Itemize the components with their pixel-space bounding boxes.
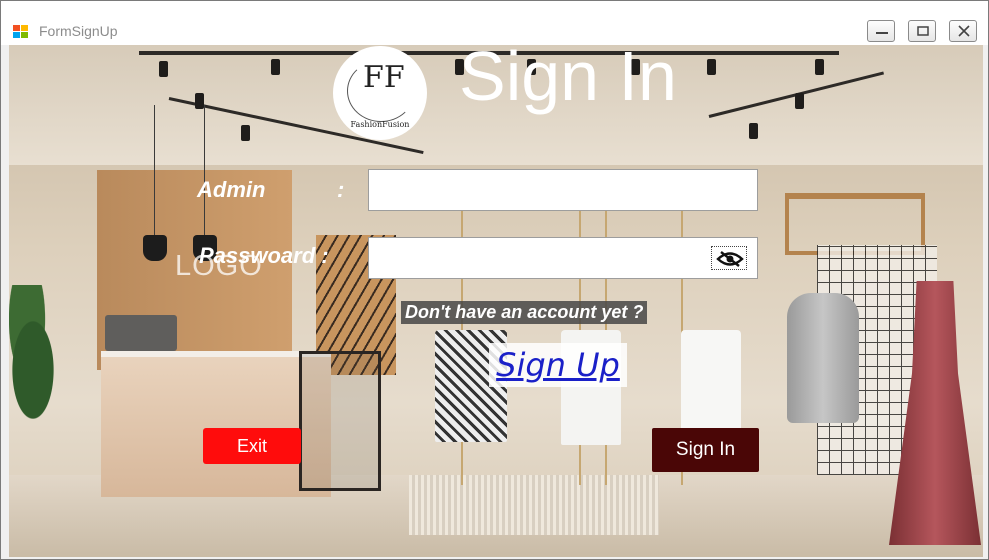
close-button[interactable] (949, 20, 977, 42)
spotlight (159, 61, 168, 77)
spotlight (241, 125, 250, 141)
plant (9, 285, 69, 455)
app-icon (13, 24, 29, 38)
pendant-wire (204, 105, 205, 235)
password-input[interactable] (368, 237, 758, 279)
admin-input[interactable] (368, 169, 758, 211)
minimize-icon (876, 32, 888, 34)
toggle-password-button[interactable] (711, 246, 747, 270)
cash-register (105, 315, 177, 351)
brand-name: FashionFusion (350, 120, 410, 129)
page-title: Sign In (459, 37, 677, 115)
window-title: FormSignUp (39, 23, 118, 39)
brand-monogram: FF (363, 60, 405, 95)
rug (409, 475, 659, 535)
admin-label: Admin (197, 177, 266, 202)
suit-mannequin (787, 293, 859, 423)
minimize-button[interactable] (867, 20, 895, 42)
eye-slash-icon (716, 251, 744, 267)
garment (681, 330, 741, 440)
signup-prompt: Don't have an account yet ? (401, 301, 648, 324)
pendant-wire (154, 105, 155, 235)
exit-button[interactable]: Exit (203, 428, 301, 464)
spotlight (195, 93, 204, 109)
spotlight (815, 59, 824, 75)
spotlight (795, 93, 804, 109)
password-label: Passwoard : (199, 243, 329, 268)
admin-colon: : (337, 177, 345, 202)
cash-counter (101, 351, 331, 497)
spotlight (271, 59, 280, 75)
spotlight (707, 59, 716, 75)
spotlight (749, 123, 758, 139)
app-window: FormSignUp LOGO FF FashionFusion Sign In… (0, 0, 989, 560)
close-icon (958, 25, 970, 37)
sign-up-link[interactable]: Sign Up (489, 343, 627, 387)
snack-shelf (299, 351, 381, 491)
maximize-button[interactable] (908, 20, 936, 42)
pendant-lamp (143, 235, 167, 261)
sign-in-button[interactable]: Sign In (652, 428, 759, 472)
brand-logo: FF FashionFusion (333, 46, 427, 140)
maximize-icon (917, 26, 929, 36)
